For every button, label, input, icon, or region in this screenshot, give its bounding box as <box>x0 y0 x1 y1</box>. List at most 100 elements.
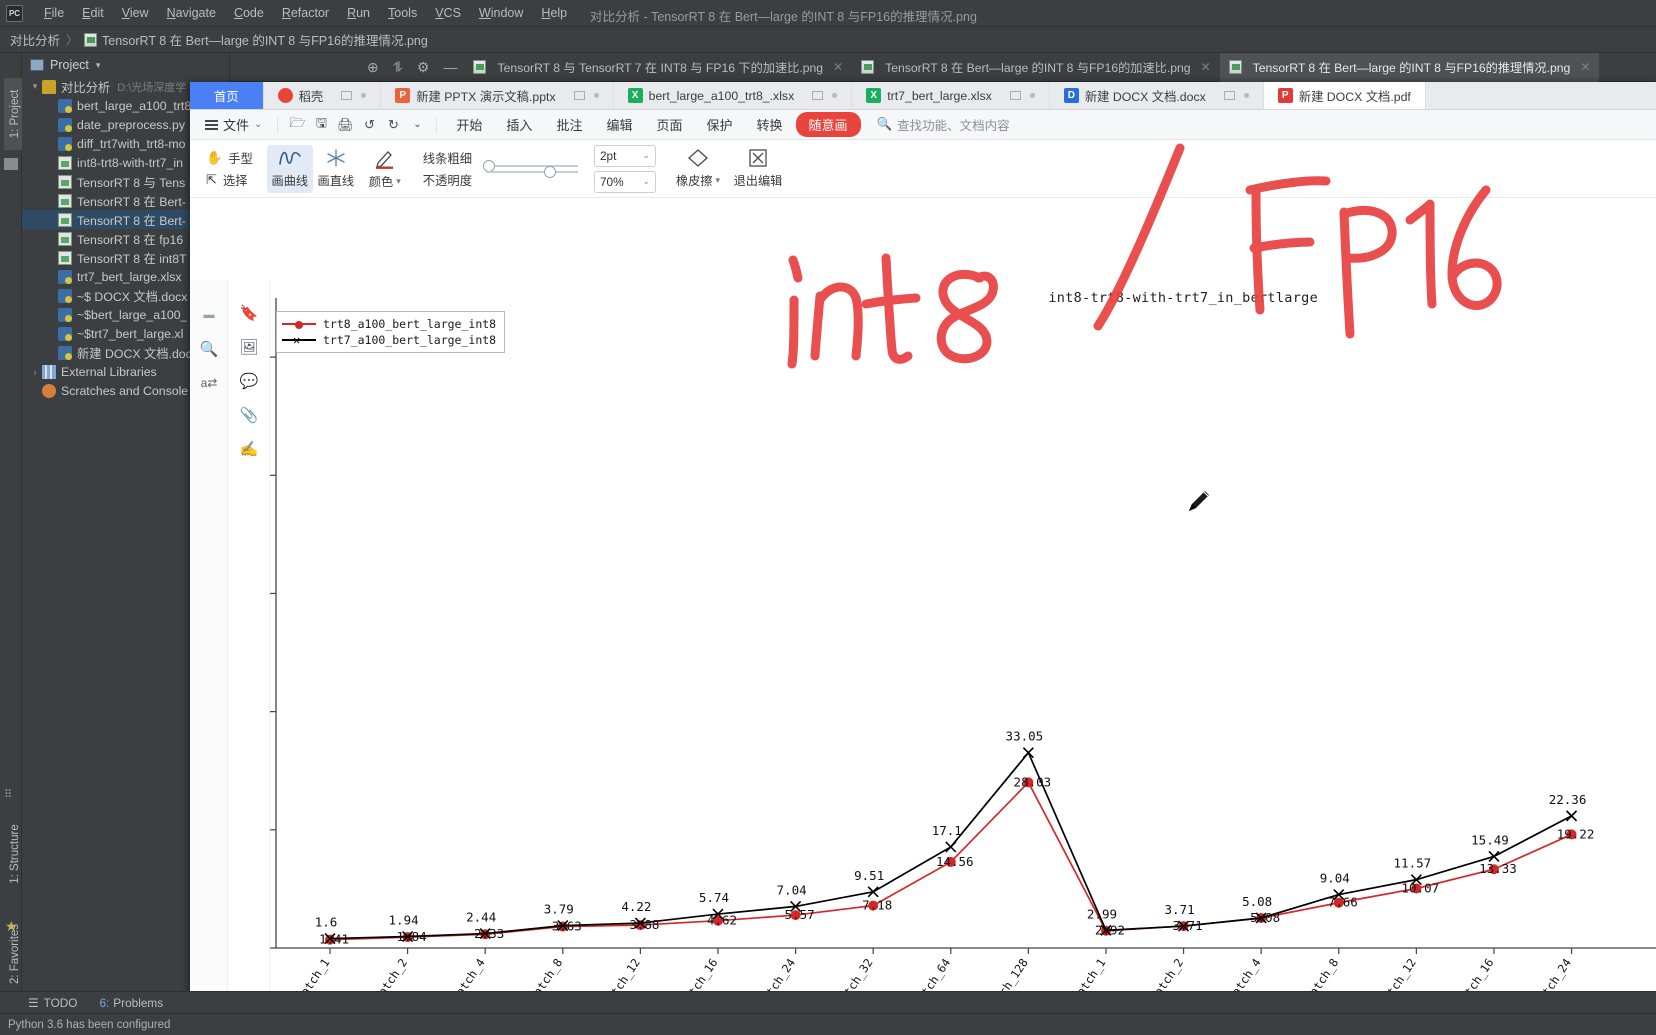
png-file-icon <box>473 60 487 74</box>
data-label: 7.66 <box>1328 895 1358 910</box>
pen-cursor-icon <box>1189 491 1209 511</box>
menu-navigate[interactable]: Navigate <box>158 3 225 23</box>
signature-icon[interactable]: ✍ <box>228 432 270 466</box>
more-icon[interactable]: ⌄ <box>406 114 428 136</box>
favorites-star-icon[interactable]: ★ <box>5 918 18 935</box>
wps-menu-start[interactable]: 开始 <box>445 112 493 137</box>
menu-run[interactable]: Run <box>338 3 379 23</box>
eraser-icon <box>688 149 708 167</box>
project-folder-icon[interactable] <box>4 158 18 170</box>
wps-doc-tab[interactable]: D 新建 DOCX 文档.docx <box>1049 82 1264 109</box>
wps-doc-tab[interactable]: P 新建 PPTX 演示文稿.pptx <box>381 82 614 109</box>
tree-toggle-icon[interactable]: › <box>28 367 42 377</box>
wps-menu-insert[interactable]: 插入 <box>495 112 543 137</box>
undo-icon[interactable]: ↺ <box>358 114 380 136</box>
wps-doc-tab[interactable]: P 新建 DOCX 文档.pdf <box>1263 82 1426 109</box>
tree-toggle-icon[interactable]: ▾ <box>28 81 42 92</box>
close-dot-icon[interactable] <box>593 93 599 98</box>
hide-icon[interactable]: — <box>443 59 457 75</box>
opacity-slider[interactable] <box>486 165 578 178</box>
wps-menu-edit[interactable]: 编辑 <box>595 112 643 137</box>
tab-mini-controls[interactable] <box>1009 91 1035 100</box>
pen-color-tool[interactable]: 颜色 ▾ <box>359 145 411 193</box>
breadcrumb-file[interactable]: TensorRT 8 在 Bert—large 的INT 8 与FP16的推理情… <box>102 30 428 49</box>
wps-menu-comment[interactable]: 批注 <box>545 112 593 137</box>
chevron-down-icon: ▾ <box>715 174 721 185</box>
search-icon[interactable]: 🔍 <box>190 332 228 366</box>
opacity-combo[interactable]: 70% ⌄ <box>594 170 656 193</box>
close-dot-icon[interactable] <box>1029 93 1035 98</box>
close-dot-icon[interactable] <box>361 93 367 98</box>
print-icon[interactable]: 🖨 <box>334 114 356 136</box>
wps-doc-tab[interactable]: Xtrt7_bert_large.xlsx <box>852 82 1050 109</box>
wps-file-menu[interactable]: 文件 ⌄ <box>198 115 269 134</box>
drag-handle-icon[interactable]: ▬ <box>190 298 228 332</box>
straight-line-tool[interactable]: 画直线 <box>313 145 359 193</box>
project-tree-item-label: TensorRT 8 在 Bert- <box>77 194 186 209</box>
data-label: 3.79 <box>544 902 574 917</box>
screen-share-icon[interactable] <box>341 91 353 100</box>
todo-tool-button[interactable]: ☰ TODO <box>28 996 77 1010</box>
bookmark-icon[interactable]: 🔖 <box>228 296 270 330</box>
close-icon[interactable]: ✕ <box>1580 60 1590 74</box>
wps-doc-tab[interactable]: 首页 <box>190 82 264 109</box>
wps-office-window: 首页 稻壳 P 新建 PPTX 演示文稿.pptx Xbert_large_a100_t… <box>190 82 1656 1035</box>
translate-icon[interactable]: a⇄ <box>190 366 228 400</box>
exit-edit-tool[interactable]: 退出编辑 <box>726 145 790 193</box>
collapse-all-icon[interactable]: ⥮ <box>393 59 403 76</box>
tab-mini-controls[interactable] <box>1223 91 1249 100</box>
image-icon[interactable]: 🖼 <box>228 330 270 364</box>
wps-doc-tab[interactable]: 稻壳 <box>263 82 382 109</box>
wps-menu-freehand-draw[interactable]: 随意画 <box>795 112 861 137</box>
save-icon[interactable]: 🖫 <box>310 114 332 136</box>
select-tool[interactable]: ⇱ 选择 <box>206 171 253 189</box>
close-icon[interactable]: ✕ <box>1201 60 1211 74</box>
screen-share-icon[interactable] <box>1223 91 1235 100</box>
tab-mini-controls[interactable] <box>573 91 599 100</box>
wps-search[interactable]: 🔍 查找功能、文档内容 <box>877 115 1010 134</box>
screen-share-icon[interactable] <box>812 91 824 100</box>
close-dot-icon[interactable] <box>832 93 838 98</box>
wps-menu-convert[interactable]: 转换 <box>746 112 794 137</box>
gear-icon[interactable]: ⚙ <box>417 59 430 76</box>
locate-icon[interactable]: ⊕ <box>367 59 379 76</box>
menu-edit[interactable]: Edit <box>73 3 113 23</box>
editor-tab[interactable]: TensorRT 8 与 TensorRT 7 在 INT8 与 FP16 下的… <box>464 53 852 82</box>
wps-menu-protect[interactable]: 保护 <box>695 112 743 137</box>
editor-tab[interactable]: TensorRT 8 在 Bert—large 的INT 8 与FP16的加速比… <box>852 53 1220 82</box>
close-icon[interactable]: ✕ <box>833 60 843 74</box>
wps-menu-page[interactable]: 页面 <box>645 112 693 137</box>
redo-icon[interactable]: ↻ <box>382 114 404 136</box>
menu-refactor[interactable]: Refactor <box>273 3 338 23</box>
eraser-tool[interactable]: 橡皮擦 ▾ <box>670 145 726 193</box>
breadcrumb: 对比分析 〉 TensorRT 8 在 Bert—large 的INT 8 与F… <box>0 27 1656 53</box>
screen-share-icon[interactable] <box>573 91 585 100</box>
wps-doc-tab-label: 新建 PPTX 演示文稿.pptx <box>416 89 556 104</box>
chevron-down-icon[interactable]: ▾ <box>96 60 101 71</box>
menu-help[interactable]: Help <box>532 3 576 23</box>
tab-mini-controls[interactable] <box>341 91 367 100</box>
tab-mini-controls[interactable] <box>812 91 838 100</box>
thickness-slider[interactable] <box>483 159 578 172</box>
menu-vcs[interactable]: VCS <box>426 3 470 23</box>
close-dot-icon[interactable] <box>1243 93 1249 98</box>
breadcrumb-root[interactable]: 对比分析 <box>10 30 60 49</box>
comment-icon[interactable]: 💬 <box>228 364 270 398</box>
editor-tab[interactable]: TensorRT 8 在 Bert—large 的INT 8 与FP16的推理情… <box>1219 52 1600 82</box>
menu-view[interactable]: View <box>113 3 158 23</box>
thickness-combo[interactable]: 2pt ⌄ <box>594 144 656 167</box>
menu-tools[interactable]: Tools <box>379 3 426 23</box>
chevron-down-icon: ⌄ <box>642 176 650 186</box>
hand-tool[interactable]: ✋ 手型 <box>206 149 253 167</box>
structure-icon[interactable]: ⠿ <box>4 788 12 801</box>
attachment-icon[interactable]: 📎 <box>228 398 270 432</box>
screen-share-icon[interactable] <box>1009 91 1021 100</box>
open-folder-icon[interactable]: 🗁 <box>286 114 308 136</box>
menu-code[interactable]: Code <box>225 3 273 23</box>
curve-draw-tool[interactable]: 画曲线 <box>266 144 313 193</box>
menu-window[interactable]: Window <box>470 3 532 23</box>
menu-file[interactable]: File <box>35 3 73 23</box>
data-label: 2.99 <box>1087 906 1117 921</box>
wps-doc-tab[interactable]: Xbert_large_a100_trt8_.xlsx <box>613 82 853 109</box>
problems-tool-button[interactable]: 6: Problems <box>99 996 163 1010</box>
